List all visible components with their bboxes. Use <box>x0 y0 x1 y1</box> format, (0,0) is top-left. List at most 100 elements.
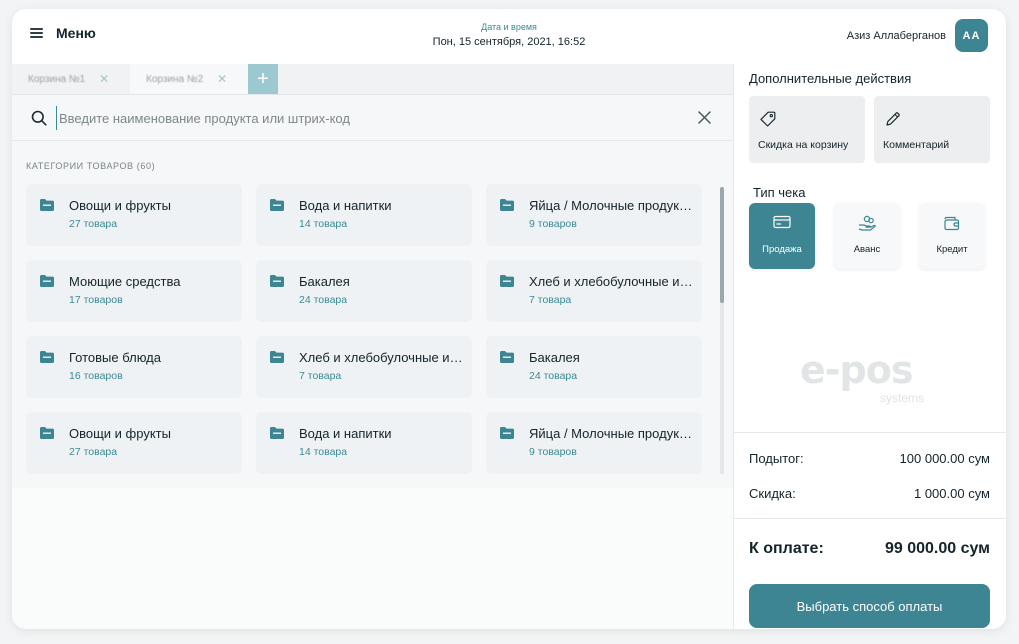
category-card[interactable]: Яйца / Молочные продукты 9 товаров <box>486 412 702 474</box>
choose-payment-button[interactable]: Выбрать способ оплаты <box>749 584 990 628</box>
tag-icon <box>760 111 776 127</box>
action-label: Скидка на корзину <box>758 139 849 151</box>
divider <box>734 518 1006 519</box>
subtotal-value: 100 000.00 сум <box>899 451 990 466</box>
cart-tabs: Корзина №1 ✕ Корзина №2 ✕ + <box>12 64 733 95</box>
tab-cart-2[interactable]: Корзина №2 ✕ <box>130 64 248 94</box>
folder-icon <box>40 351 54 363</box>
header: Меню Дата и время Пон, 15 сентября, 2021… <box>12 9 1006 64</box>
category-name: Бакалея <box>299 274 350 289</box>
receipt-type-title: Тип чека <box>753 185 806 200</box>
plus-icon: + <box>257 67 269 90</box>
comment-button[interactable]: Комментарий <box>874 96 990 163</box>
category-card[interactable]: Готовые блюда 16 товаров <box>26 336 242 398</box>
receipt-type-label: Аванс <box>853 244 881 255</box>
folder-icon <box>500 199 514 211</box>
receipt-type-credit[interactable]: Кредит <box>919 203 985 269</box>
category-card[interactable]: Хлеб и хлебобулочные изделия 7 товара <box>256 336 472 398</box>
folder-icon <box>270 427 284 439</box>
cart-discount-button[interactable]: Скидка на корзину <box>749 96 865 163</box>
folder-icon <box>270 351 284 363</box>
category-name: Яйца / Молочные продукты <box>529 198 694 213</box>
epos-logo: e-pos systems <box>800 348 950 405</box>
category-name: Хлеб и хлебобулочные изделия <box>299 350 464 365</box>
category-card[interactable]: Вода и напитки 14 товара <box>256 412 472 474</box>
total-value: 99 000.00 сум <box>884 540 990 557</box>
close-icon[interactable]: ✕ <box>217 72 227 86</box>
search-bar <box>12 96 733 141</box>
category-count: 27 товара <box>69 446 118 458</box>
category-count: 27 товара <box>69 218 118 230</box>
receipt-type-label: Кредит <box>936 244 968 255</box>
subtotal-label: Подытог: <box>749 451 804 466</box>
user-block[interactable]: Азиз Аллаберганов AA <box>847 19 988 52</box>
user-name: Азиз Аллаберганов <box>846 29 946 42</box>
category-card[interactable]: Яйца / Молочные продукты 9 товаров <box>486 184 702 246</box>
search-icon <box>31 110 47 126</box>
folder-icon <box>270 275 284 287</box>
action-label: Комментарий <box>883 139 950 151</box>
catalog-panel: Корзина №1 ✕ Корзина №2 ✕ + КАТЕГОРИИ ТО… <box>12 64 733 629</box>
folder-icon <box>40 427 54 439</box>
category-card[interactable]: Вода и напитки 14 товара <box>256 184 472 246</box>
discount-value: 1 000.00 сум <box>913 486 990 501</box>
category-count: 16 товаров <box>69 370 123 382</box>
folder-icon <box>500 427 514 439</box>
discount-label: Скидка: <box>749 486 796 501</box>
logo-text: e-pos <box>800 348 913 392</box>
empty-area <box>12 488 733 629</box>
receipt-type-sale[interactable]: Продажа <box>749 203 815 269</box>
logo-subtext: systems <box>880 391 925 405</box>
tab-cart-1[interactable]: Корзина №1 ✕ <box>12 64 130 94</box>
category-name: Моющие средства <box>69 274 181 289</box>
category-card[interactable]: Бакалея 24 товара <box>486 336 702 398</box>
actions-title: Дополнительные действия <box>749 71 912 86</box>
category-name: Готовые блюда <box>69 350 161 365</box>
clear-icon[interactable] <box>698 111 711 124</box>
category-name: Яйца / Молочные продукты <box>529 426 694 441</box>
category-count: 14 товара <box>299 446 348 458</box>
subtotal-row: Подытог: 100 000.00 сум <box>749 451 990 466</box>
tab-label: Корзина №1 <box>28 73 86 85</box>
hand-coins-icon <box>858 215 876 231</box>
category-card[interactable]: Овощи и фрукты 27 товара <box>26 412 242 474</box>
category-count: 17 товаров <box>69 294 123 306</box>
close-icon[interactable]: ✕ <box>99 72 109 86</box>
pos-window: Меню Дата и время Пон, 15 сентября, 2021… <box>12 9 1006 629</box>
receipt-type-advance[interactable]: Аванс <box>834 203 900 269</box>
scrollbar[interactable] <box>720 187 724 474</box>
divider <box>734 432 1006 433</box>
category-name: Вода и напитки <box>299 198 392 213</box>
category-card[interactable]: Моющие средства 17 товаров <box>26 260 242 322</box>
category-count: 14 товара <box>299 218 348 230</box>
category-count: 7 товара <box>529 294 572 306</box>
category-card[interactable]: Овощи и фрукты 27 товара <box>26 184 242 246</box>
category-count: 9 товаров <box>529 218 577 230</box>
receipt-type-label: Продажа <box>762 244 802 255</box>
avatar[interactable]: AA <box>955 19 988 52</box>
category-card[interactable]: Хлеб и хлебобулочные изделия 7 товара <box>486 260 702 322</box>
category-name: Вода и напитки <box>299 426 392 441</box>
category-count: 24 товара <box>299 294 348 306</box>
scroll-thumb[interactable] <box>720 187 724 303</box>
category-name: Овощи и фрукты <box>69 198 171 213</box>
categories-title: КАТЕГОРИИ ТОВАРОВ (60) <box>26 161 156 171</box>
side-panel: Дополнительные действия Скидка на корзин… <box>733 64 1006 629</box>
search-input[interactable] <box>56 106 676 130</box>
category-name: Хлеб и хлебобулочные изделия <box>529 274 694 289</box>
category-name: Овощи и фрукты <box>69 426 171 441</box>
card-icon <box>773 215 791 229</box>
total-row: К оплате: 99 000.00 сум <box>749 540 990 558</box>
folder-icon <box>40 199 54 211</box>
discount-row: Скидка: 1 000.00 сум <box>749 486 990 501</box>
category-card[interactable]: Бакалея 24 товара <box>256 260 472 322</box>
folder-icon <box>40 275 54 287</box>
pencil-icon <box>886 112 900 126</box>
category-count: 9 товаров <box>529 446 577 458</box>
category-name: Бакалея <box>529 350 580 365</box>
wallet-icon <box>944 216 960 231</box>
total-label: К оплате: <box>749 540 824 557</box>
folder-icon <box>270 199 284 211</box>
folder-icon <box>500 351 514 363</box>
add-tab-button[interactable]: + <box>248 64 278 94</box>
